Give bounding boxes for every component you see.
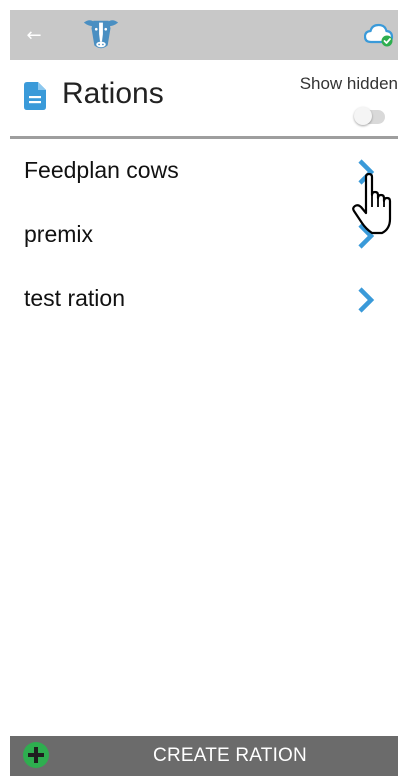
list-item-label: premix — [24, 221, 94, 247]
show-hidden-toggle[interactable] — [354, 107, 385, 125]
rations-list: Feedplan cows premix test ration — [10, 140, 398, 332]
header-divider-bottom — [10, 136, 398, 139]
top-app-bar: ← — [10, 10, 398, 60]
list-item-premix[interactable]: premix — [10, 204, 398, 268]
chevron-right-icon[interactable] — [356, 286, 376, 314]
cloud-check-icon[interactable] — [364, 22, 394, 48]
list-item-feedplan-cows[interactable]: Feedplan cows — [10, 140, 398, 204]
toggle-knob — [354, 107, 372, 125]
page-title: Rations — [62, 77, 164, 110]
arrow-left-icon: ← — [26, 24, 42, 46]
plus-circle-icon[interactable] — [22, 741, 50, 769]
list-item-label: Feedplan cows — [24, 157, 179, 183]
show-hidden-label: Show hidden — [299, 74, 398, 93]
app-screen: ← Rations Show hidden Feedplan cows prem… — [10, 10, 398, 776]
back-button[interactable]: ← — [20, 21, 48, 49]
hand-pointer-icon — [352, 173, 392, 235]
list-item-label: test ration — [24, 285, 125, 311]
document-icon — [24, 82, 46, 110]
cow-head-icon — [83, 20, 119, 49]
list-item-test-ration[interactable]: test ration — [10, 268, 398, 332]
create-ration-button[interactable]: CREATE RATION — [10, 736, 398, 776]
create-ration-bar[interactable]: CREATE RATION — [10, 736, 398, 776]
